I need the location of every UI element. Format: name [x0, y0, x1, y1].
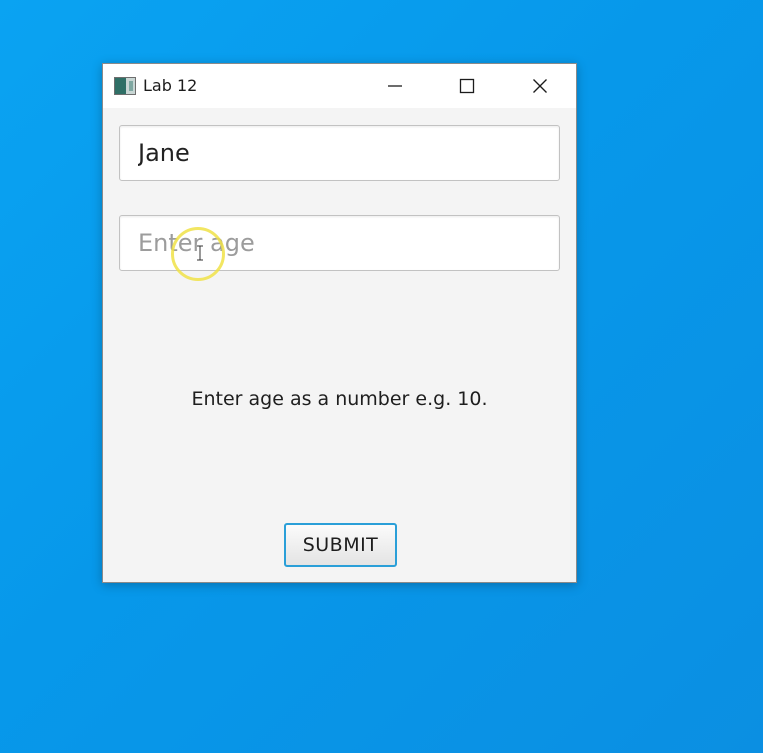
minimize-button[interactable]: [372, 64, 418, 108]
close-icon: [533, 79, 547, 93]
window-title: Lab 12: [143, 76, 198, 95]
age-hint-text: Enter age as a number e.g. 10.: [191, 388, 488, 410]
submit-button[interactable]: SUBMIT: [284, 523, 397, 567]
minimize-icon: [388, 85, 402, 87]
desktop-background: Lab 12 Enter age as a numb: [0, 0, 763, 753]
close-button[interactable]: [517, 64, 563, 108]
name-input[interactable]: [119, 125, 560, 181]
app-icon: [114, 77, 136, 95]
app-window: Lab 12 Enter age as a numb: [102, 63, 577, 583]
title-bar[interactable]: Lab 12: [103, 64, 576, 108]
maximize-button[interactable]: [444, 64, 490, 108]
age-input[interactable]: [119, 215, 560, 271]
maximize-icon: [459, 78, 475, 94]
window-content: Enter age as a number e.g. 10. SUBMIT: [103, 108, 576, 582]
